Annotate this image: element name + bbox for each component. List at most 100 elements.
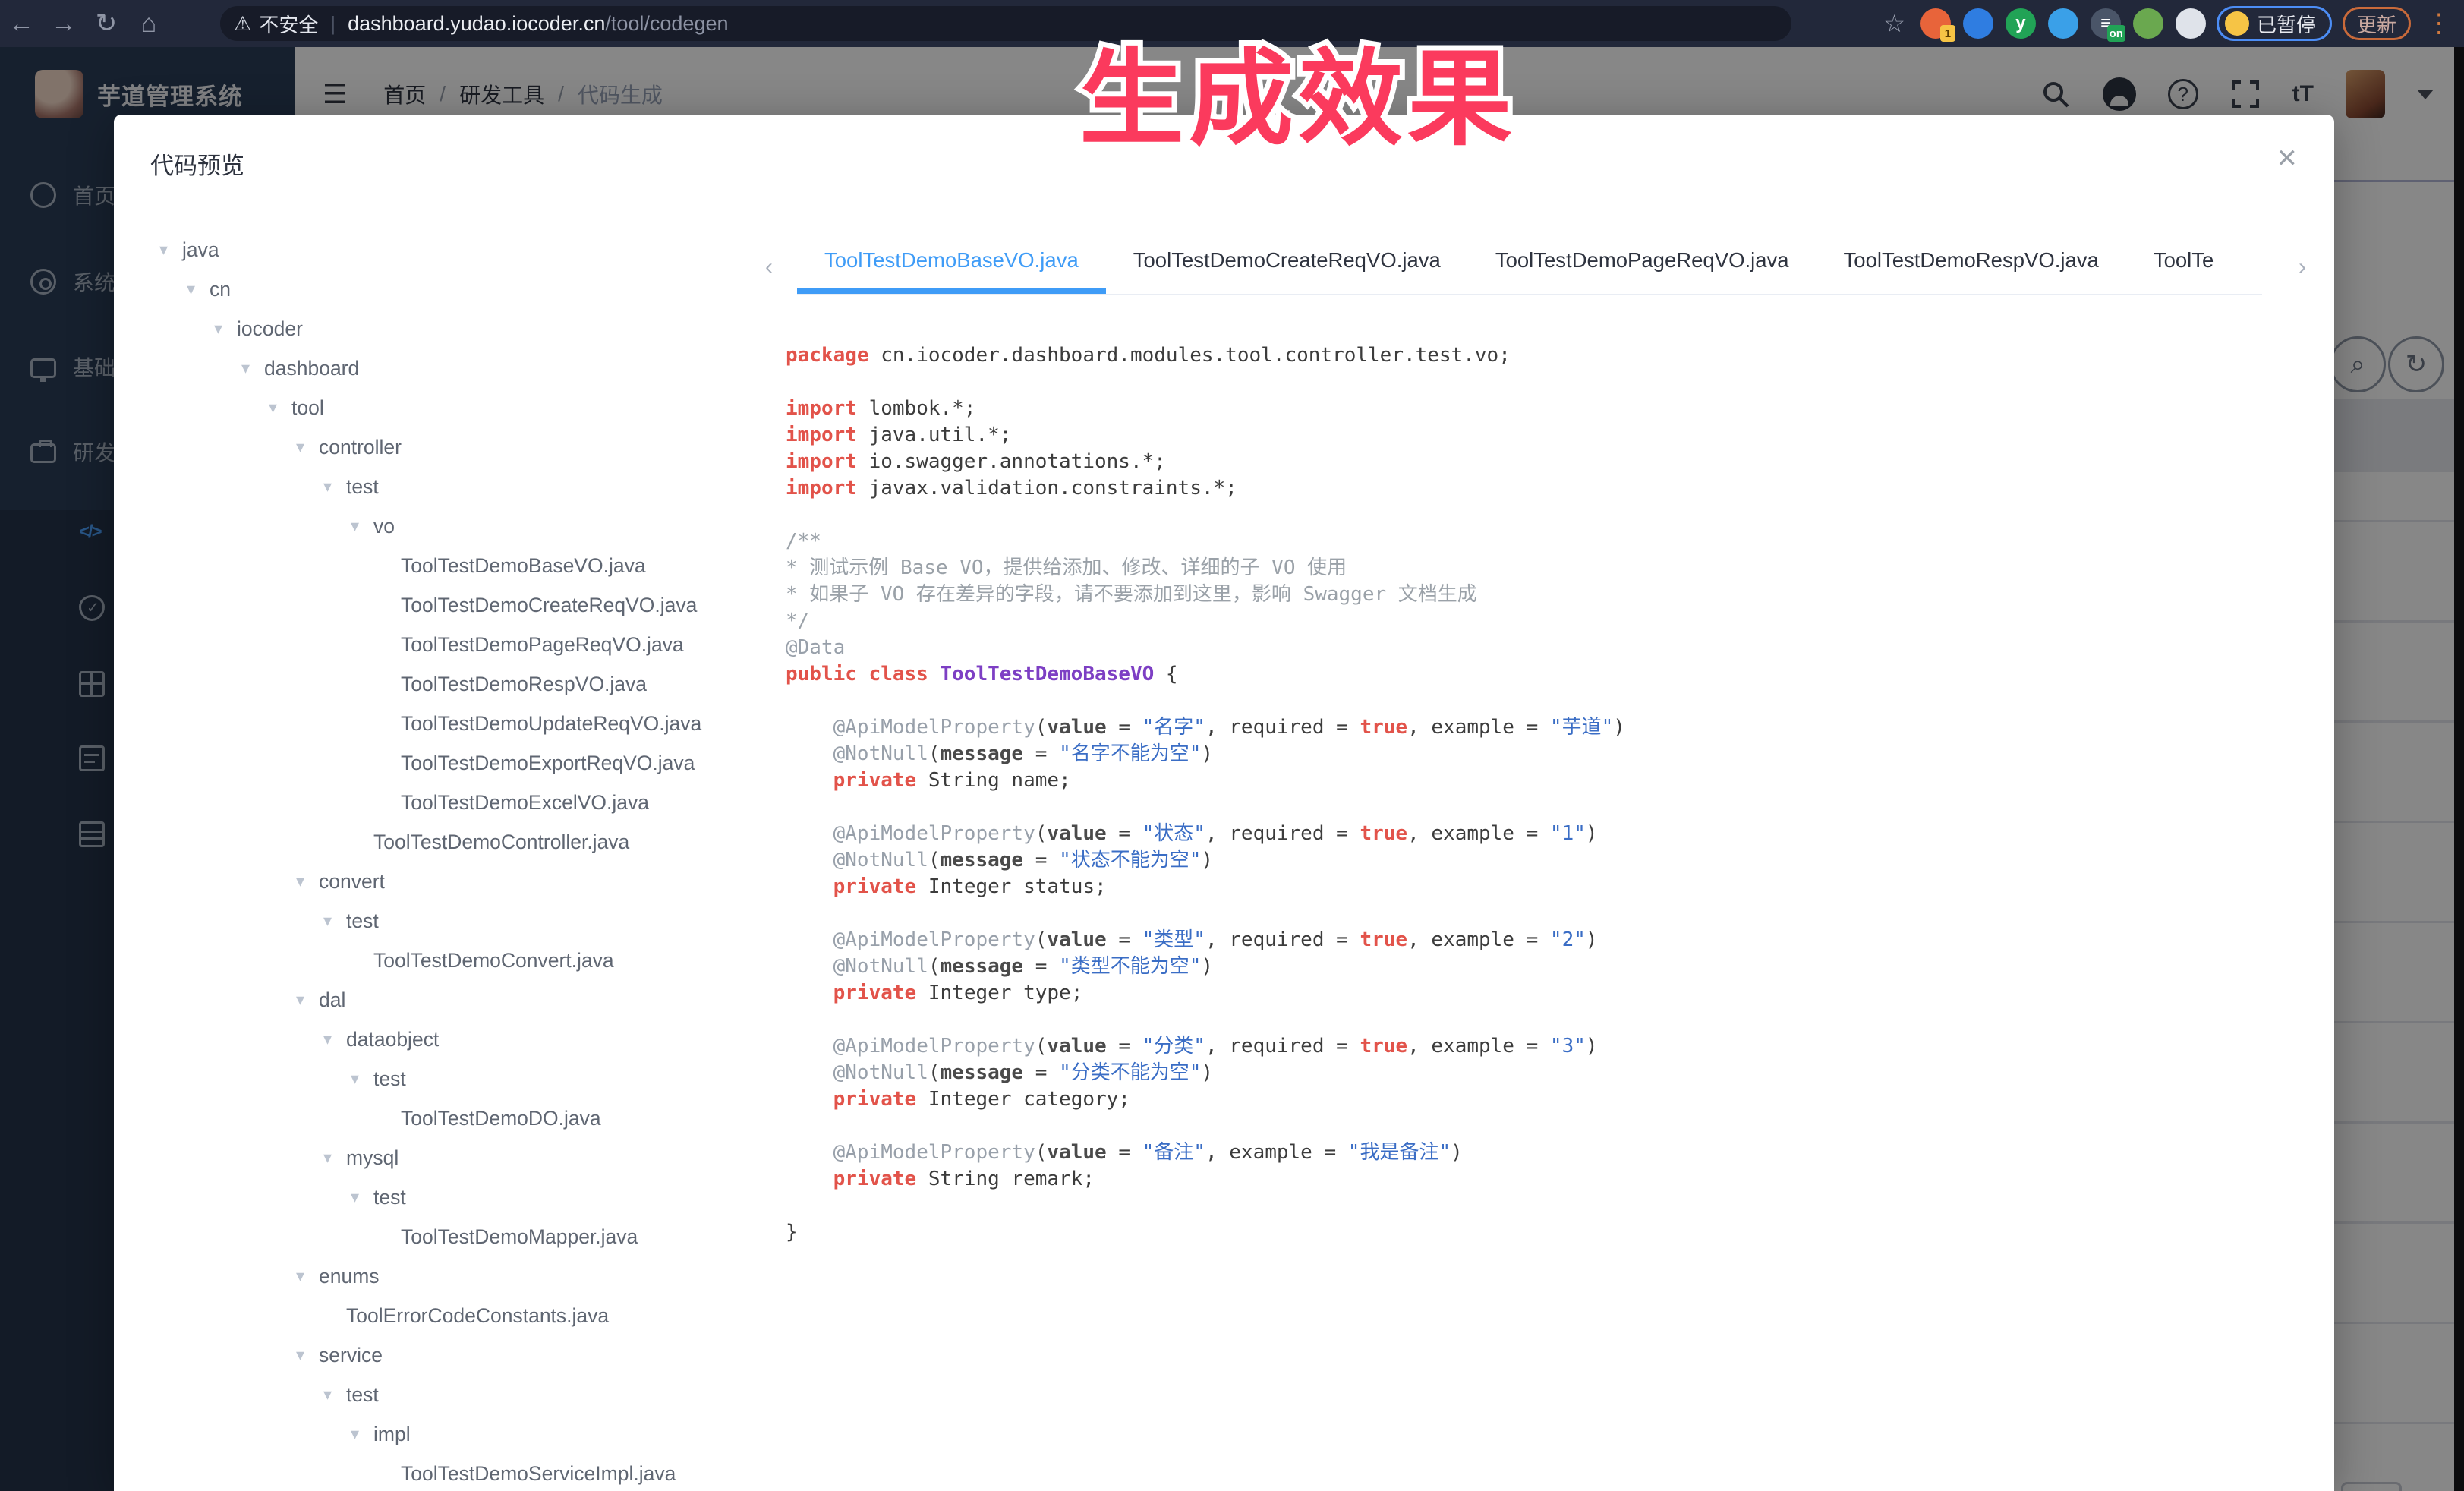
profile-paused-chip[interactable]: 已暂停 <box>2217 6 2332 41</box>
tree-caret-icon[interactable]: ▾ <box>269 398 291 418</box>
tree-caret-icon[interactable]: ▾ <box>323 1029 346 1049</box>
tree-node-label: enums <box>319 1265 380 1288</box>
tree-node-label: dal <box>319 988 345 1012</box>
tree-node-label: test <box>373 1186 406 1209</box>
tree-folder-row[interactable]: ▾mysql <box>129 1138 774 1177</box>
browser-back-icon[interactable]: ← <box>0 9 43 39</box>
tree-file-row[interactable]: ToolTestDemoPageReqVO.java <box>129 625 774 664</box>
file-tab-4[interactable]: ToolTe <box>2126 238 2242 294</box>
tree-caret-icon[interactable]: ▾ <box>296 437 319 457</box>
tree-node-label: tool <box>291 396 324 420</box>
tabs-scroll-left-icon[interactable]: ‹ <box>765 254 773 280</box>
tree-file-row[interactable]: ToolTestDemoMapper.java <box>129 1217 774 1256</box>
code-line <box>786 900 2296 927</box>
browser-menu-icon[interactable]: ⋮ <box>2421 8 2456 39</box>
tree-folder-row[interactable]: ▾vo <box>129 506 774 546</box>
tree-node-label: service <box>319 1344 383 1367</box>
address-bar[interactable]: ⚠ 不安全 | dashboard.yudao.iocoder.cn /tool… <box>220 6 1791 41</box>
tree-folder-row[interactable]: ▾test <box>129 1177 774 1217</box>
tree-folder-row[interactable]: ▾convert <box>129 862 774 901</box>
tree-caret-icon[interactable]: ▾ <box>323 477 346 496</box>
tree-folder-row[interactable]: ▾dataobject <box>129 1020 774 1059</box>
tree-file-row[interactable]: ToolErrorCodeConstants.java <box>129 1296 774 1335</box>
browser-update-button[interactable]: 更新 <box>2343 7 2411 40</box>
tree-caret-icon[interactable]: ▾ <box>296 990 319 1010</box>
tree-folder-row[interactable]: ▾test <box>129 901 774 941</box>
tree-folder-row[interactable]: ▾controller <box>129 427 774 467</box>
tree-file-row[interactable]: ToolTestDemoController.java <box>129 822 774 862</box>
tree-file-row[interactable]: ToolTestDemoCreateReqVO.java <box>129 585 774 625</box>
tree-node-label: ToolErrorCodeConstants.java <box>346 1304 609 1328</box>
tree-caret-icon[interactable]: ▾ <box>351 516 373 536</box>
browser-forward-icon[interactable]: → <box>43 9 85 39</box>
tree-folder-row[interactable]: ▾impl <box>129 1414 774 1454</box>
code-line <box>786 1113 2296 1140</box>
file-tab-1[interactable]: ToolTestDemoCreateReqVO.java <box>1106 238 1468 294</box>
tree-file-row[interactable]: ToolTestDemoExportReqVO.java <box>129 743 774 783</box>
tree-caret-icon[interactable]: ▾ <box>323 1148 346 1168</box>
window-right-edge <box>2454 47 2464 1491</box>
browser-reload-icon[interactable]: ↻ <box>85 8 128 39</box>
tree-folder-row[interactable]: ▾dal <box>129 980 774 1020</box>
tree-folder-row[interactable]: ▾tool <box>129 388 774 427</box>
tree-folder-row[interactable]: ▾test <box>129 1375 774 1414</box>
tree-file-row[interactable]: ToolTestDemoRespVO.java <box>129 664 774 704</box>
tree-folder-row[interactable]: ▾test <box>129 1059 774 1099</box>
puzzle-extension-icon[interactable] <box>2176 8 2206 39</box>
code-line: public class ToolTestDemoBaseVO { <box>786 661 2296 688</box>
tree-folder-row[interactable]: ▾service <box>129 1335 774 1375</box>
tree-caret-icon[interactable]: ▾ <box>296 1345 319 1365</box>
tree-file-row[interactable]: ToolTestDemoBaseVO.java <box>129 546 774 585</box>
tabs-scroll-right-icon[interactable]: › <box>2299 254 2306 280</box>
tree-caret-icon[interactable]: ▾ <box>323 1385 346 1404</box>
tree-caret-icon[interactable]: ▾ <box>296 1266 319 1286</box>
tree-node-label: ToolTestDemoBaseVO.java <box>401 554 646 578</box>
tree-file-row[interactable]: ToolTestDemoExcelVO.java <box>129 783 774 822</box>
modal-title: 代码预览 <box>150 147 244 181</box>
tree-folder-row[interactable]: ▾dashboard <box>129 348 774 388</box>
list-extension-icon[interactable]: ≡on <box>2091 8 2121 39</box>
diamond-extension-icon[interactable] <box>2048 8 2078 39</box>
tree-folder-row[interactable]: ▾test <box>129 467 774 506</box>
y-extension-icon[interactable]: y <box>2006 8 2036 39</box>
tree-file-row[interactable]: ToolTestDemoConvert.java <box>129 941 774 980</box>
url-domain: dashboard.yudao.iocoder.cn <box>348 12 605 36</box>
tree-caret-icon[interactable]: ▾ <box>351 1187 373 1207</box>
tree-file-row[interactable]: ToolTestDemoUpdateReqVO.java <box>129 704 774 743</box>
tree-caret-icon[interactable]: ▾ <box>323 911 346 931</box>
tree-folder-row[interactable]: ▾java <box>129 230 774 270</box>
tree-node-label: mysql <box>346 1146 399 1170</box>
tree-folder-row[interactable]: ▾enums <box>129 1256 774 1296</box>
tree-node-label: test <box>346 1383 379 1407</box>
security-warning-icon: ⚠ <box>234 12 251 36</box>
tree-caret-icon[interactable]: ▾ <box>351 1069 373 1089</box>
code-line: @ApiModelProperty(value = "名字", required… <box>786 714 2296 741</box>
security-label[interactable]: 不安全 <box>259 10 318 38</box>
file-tab-0[interactable]: ToolTestDemoBaseVO.java <box>797 238 1106 294</box>
tree-caret-icon[interactable]: ▾ <box>241 358 264 378</box>
plant-extension-icon[interactable] <box>2133 8 2163 39</box>
close-icon[interactable]: ✕ <box>2277 143 2299 174</box>
tree-node-label: ToolTestDemoController.java <box>373 831 629 854</box>
refresh-circle-extension-icon[interactable]: 1 <box>1920 8 1951 39</box>
tree-caret-icon[interactable]: ▾ <box>159 240 182 260</box>
code-line: @NotNull(message = "名字不能为空") <box>786 741 2296 768</box>
tree-folder-row[interactable]: ▾iocoder <box>129 309 774 348</box>
pin-extension-icon[interactable] <box>1963 8 1993 39</box>
code-line: @NotNull(message = "类型不能为空") <box>786 954 2296 980</box>
tree-file-row[interactable]: ToolTestDemoServiceImpl.java <box>129 1454 774 1486</box>
tree-caret-icon[interactable]: ▾ <box>214 319 237 339</box>
file-tab-3[interactable]: ToolTestDemoRespVO.java <box>1816 238 2126 294</box>
extension-glyph: y <box>2006 8 2036 39</box>
code-line: private Integer status; <box>786 874 2296 900</box>
tree-caret-icon[interactable]: ▾ <box>296 872 319 891</box>
tree-file-row[interactable]: ToolTestDemoDO.java <box>129 1099 774 1138</box>
tree-node-label: ToolTestDemoExportReqVO.java <box>401 752 695 775</box>
bookmark-star-icon[interactable]: ☆ <box>1883 9 1905 38</box>
code-line: @ApiModelProperty(value = "类型", required… <box>786 927 2296 954</box>
tree-folder-row[interactable]: ▾cn <box>129 270 774 309</box>
tree-caret-icon[interactable]: ▾ <box>187 279 210 299</box>
browser-home-icon[interactable]: ⌂ <box>128 9 170 39</box>
file-tab-2[interactable]: ToolTestDemoPageReqVO.java <box>1468 238 1816 294</box>
tree-caret-icon[interactable]: ▾ <box>351 1424 373 1444</box>
